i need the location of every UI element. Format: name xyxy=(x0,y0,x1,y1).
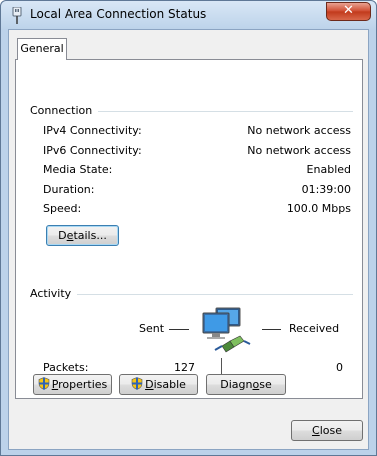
activity-heading: Activity xyxy=(30,287,78,300)
status-dialog: Local Area Connection Status ✕ General C… xyxy=(0,0,377,456)
window-title: Local Area Connection Status xyxy=(30,7,207,21)
speed-value: 100.0 Mbps xyxy=(286,202,351,215)
uac-shield-icon xyxy=(131,377,143,390)
packets-received-value: 0 xyxy=(336,361,343,374)
dialog-client-area: General Connection IPv4 Connectivity: No… xyxy=(8,29,369,450)
sent-dash xyxy=(169,329,189,330)
properties-button[interactable]: Properties xyxy=(33,374,112,395)
sent-label: Sent xyxy=(139,322,165,335)
title-bar[interactable]: Local Area Connection Status ✕ xyxy=(1,1,376,29)
close-icon: ✕ xyxy=(343,3,354,18)
connection-heading: Connection xyxy=(30,104,99,117)
duration-label: Duration: xyxy=(43,183,95,196)
network-adapter-icon xyxy=(12,7,22,24)
packets-label: Packets: xyxy=(43,361,89,374)
disable-button[interactable]: Disable xyxy=(119,374,198,395)
speed-label: Speed: xyxy=(43,202,82,215)
general-tab-panel: Connection IPv4 Connectivity: No network… xyxy=(15,59,363,399)
tab-general[interactable]: General xyxy=(17,38,67,60)
ipv6-label: IPv6 Connectivity: xyxy=(43,144,142,157)
ipv4-value: No network access xyxy=(247,124,351,137)
uac-shield-icon xyxy=(38,377,49,390)
ipv6-value: No network access xyxy=(247,144,351,157)
title-close-button[interactable]: ✕ xyxy=(326,2,371,21)
diagnose-button[interactable]: Diagnose xyxy=(206,374,286,395)
activity-group-divider xyxy=(30,294,353,295)
ipv4-label: IPv4 Connectivity: xyxy=(43,124,142,137)
close-button[interactable]: Close xyxy=(291,420,363,441)
packets-sent-value: 127 xyxy=(174,361,195,374)
media-state-label: Media State: xyxy=(43,163,113,176)
received-label: Received xyxy=(289,322,340,335)
duration-value: 01:39:00 xyxy=(301,183,351,196)
details-button[interactable]: Details... xyxy=(46,225,119,246)
received-dash xyxy=(262,329,281,330)
network-computers-icon xyxy=(202,307,251,353)
media-state-value: Enabled xyxy=(306,163,351,176)
